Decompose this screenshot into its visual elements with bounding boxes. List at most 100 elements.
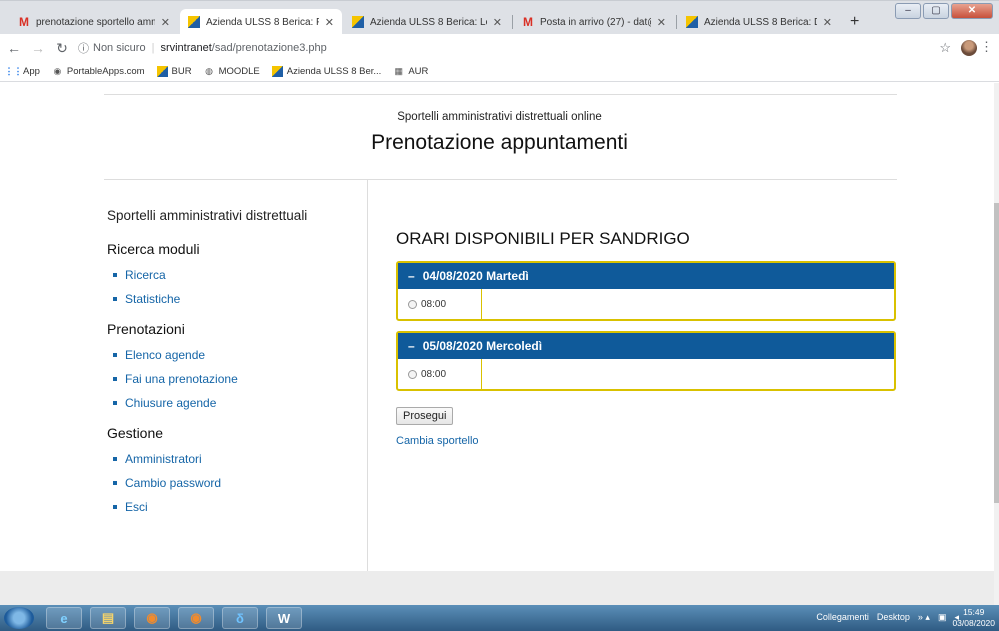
apps-grid-icon: ⋮⋮	[4, 66, 23, 76]
bookmark-bur[interactable]: BUR	[156, 66, 192, 77]
maximize-icon[interactable]: ▢	[923, 3, 949, 19]
window-controls: – ▢ ✕	[895, 3, 993, 19]
tab-separator	[676, 15, 677, 29]
column-divider	[367, 179, 368, 605]
chart-icon: ▦	[394, 66, 404, 76]
forward-icon[interactable]: →	[28, 40, 48, 56]
radio-button[interactable]	[408, 299, 417, 309]
day-panel: – 04/08/2020 Martedì 08:00	[396, 261, 896, 321]
internet-explorer-icon[interactable]: e	[46, 607, 82, 629]
tab-ulss-login[interactable]: Azienda ULSS 8 Berica: Login ✕	[344, 9, 510, 35]
browser-toolbar: ← → ↻ ⓘ Non sicuro | srvintranet /sad/pr…	[0, 34, 999, 62]
day-header[interactable]: – 04/08/2020 Martedì	[398, 263, 894, 289]
address-path: /sad/prenotazione3.php	[211, 42, 327, 54]
bookmark-portableapps[interactable]: ◉ PortableApps.com	[52, 66, 144, 77]
time-slot-option[interactable]: 08:00	[398, 359, 482, 389]
address-separator: |	[151, 42, 155, 54]
clock-date: 03/08/2020	[952, 618, 995, 628]
time-slot-option[interactable]: 08:00	[398, 289, 482, 319]
slot-row: 08:00	[398, 359, 894, 389]
network-icon[interactable]: ▣	[938, 612, 947, 623]
radio-button[interactable]	[408, 369, 417, 379]
sidebar-item-esci[interactable]: Esci	[107, 495, 362, 519]
ulss-icon	[271, 66, 283, 77]
new-tab-icon[interactable]: +	[850, 13, 859, 31]
clock[interactable]: 15:49 03/08/2020	[952, 607, 995, 629]
close-window-icon[interactable]: ✕	[951, 3, 993, 19]
reload-icon[interactable]: ↻	[52, 40, 72, 57]
scrollbar-thumb[interactable]	[994, 203, 999, 503]
bullet-icon	[113, 401, 117, 405]
profile-avatar[interactable]	[961, 40, 977, 56]
section-prenotazioni: Prenotazioni	[107, 321, 185, 337]
sidebar-heading: Sportelli amministrativi distrettuali	[107, 208, 308, 223]
bullet-icon	[113, 273, 117, 277]
menu-kebab-icon[interactable]: ⋮	[980, 39, 993, 55]
tray-desktop[interactable]: Desktop	[877, 612, 910, 623]
bookmark-app[interactable]: ⋮⋮ App	[4, 66, 40, 77]
bookmark-azienda-ulss[interactable]: Azienda ULSS 8 Ber...	[271, 66, 381, 77]
collapse-icon: –	[408, 269, 415, 283]
main-content: ORARI DISPONIBILI PER SANDRIGO – 04/08/2…	[396, 229, 896, 447]
chrome-icon[interactable]: ◉	[178, 607, 214, 629]
globe-icon: ◍	[205, 66, 214, 76]
tab-prenotazione-gmail[interactable]: M prenotazione sportello amministr ✕	[10, 9, 178, 35]
header-divider	[104, 179, 897, 180]
close-tab-icon[interactable]: ✕	[325, 16, 334, 29]
tray-collegamenti[interactable]: Collegamenti	[816, 612, 869, 623]
folder-icon[interactable]: ▤	[90, 607, 126, 629]
prosegui-button[interactable]: Prosegui	[396, 407, 454, 425]
close-tab-icon[interactable]: ✕	[823, 16, 832, 29]
minimize-icon[interactable]: –	[895, 3, 921, 19]
page-title: Prenotazione appuntamenti	[371, 131, 628, 154]
bullet-icon	[113, 457, 117, 461]
tab-posta-in-arrivo[interactable]: M Posta in arrivo (27) - dat@aulss8 ✕	[514, 9, 674, 35]
bookmarks-bar: ⋮⋮ App ◉ PortableApps.com BUR ◍ MOODLE A…	[0, 62, 999, 82]
sidebar-item-chiusure-agende[interactable]: Chiusure agende	[107, 391, 362, 415]
address-bar[interactable]: ⓘ Non sicuro | srvintranet /sad/prenotaz…	[78, 38, 948, 58]
section-gestione: Gestione	[107, 425, 164, 441]
info-icon[interactable]: ⓘ	[78, 40, 89, 56]
close-tab-icon[interactable]: ✕	[657, 16, 666, 29]
tray-arrows-icon[interactable]: » ▴	[918, 612, 930, 623]
availability-title: ORARI DISPONIBILI PER SANDRIGO	[396, 229, 690, 248]
back-icon[interactable]: ←	[4, 40, 24, 56]
page-footer	[0, 571, 994, 605]
bookmark-aur[interactable]: ▦ AUR	[393, 66, 429, 77]
security-label: Non sicuro	[93, 42, 146, 54]
close-tab-icon[interactable]: ✕	[161, 16, 170, 29]
sidebar: Sportelli amministrativi distrettuali Ri…	[107, 208, 362, 519]
sidebar-item-elenco-agende[interactable]: Elenco agende	[107, 343, 362, 367]
browser-tab-strip: M prenotazione sportello amministr ✕ Azi…	[0, 0, 999, 35]
word-icon[interactable]: W	[266, 607, 302, 629]
gmail-icon: M	[523, 15, 533, 29]
bullet-icon	[113, 377, 117, 381]
ulss-icon	[188, 16, 200, 28]
gmail-icon: M	[19, 15, 29, 29]
windows-taskbar: e ▤ ◉ ◉ δ W Collegamenti Desktop » ▴ ▣ ◂…	[0, 605, 999, 631]
sidebar-item-ricerca[interactable]: Ricerca	[107, 263, 362, 287]
sidebar-item-cambio-password[interactable]: Cambio password	[107, 471, 362, 495]
bookmark-moodle[interactable]: ◍ MOODLE	[204, 66, 260, 77]
portableapps-icon: ◉	[53, 66, 62, 76]
day-header[interactable]: – 05/08/2020 Mercoledì	[398, 333, 894, 359]
tab-ulss-prenotazione[interactable]: Azienda ULSS 8 Berica: Prenotaz ✕	[180, 9, 342, 35]
page-scrollbar[interactable]	[994, 83, 999, 605]
day-panel: – 05/08/2020 Mercoledì 08:00	[396, 331, 896, 391]
sidebar-item-amministratori[interactable]: Amministratori	[107, 447, 362, 471]
ulss-icon	[156, 66, 168, 77]
delta-app-icon[interactable]: δ	[222, 607, 258, 629]
sidebar-item-statistiche[interactable]: Statistiche	[107, 287, 362, 311]
sidebar-item-fai-prenotazione[interactable]: Fai una prenotazione	[107, 367, 362, 391]
cambia-sportello-link[interactable]: Cambia sportello	[396, 435, 896, 447]
close-tab-icon[interactable]: ✕	[493, 16, 502, 29]
start-button-icon[interactable]	[4, 607, 34, 629]
page-subtitle: Sportelli amministrativi distrettuali on…	[397, 111, 602, 123]
address-host: srvintranet	[160, 42, 212, 54]
section-ricerca-moduli: Ricerca moduli	[107, 241, 200, 257]
bookmark-star-icon[interactable]: ☆	[939, 40, 951, 56]
tab-ulss-direzione[interactable]: Azienda ULSS 8 Berica: Direzione ✕	[678, 9, 840, 35]
chrome-icon[interactable]: ◉	[134, 607, 170, 629]
web-page: Sportelli amministrativi distrettuali on…	[0, 83, 999, 605]
bullet-icon	[113, 481, 117, 485]
